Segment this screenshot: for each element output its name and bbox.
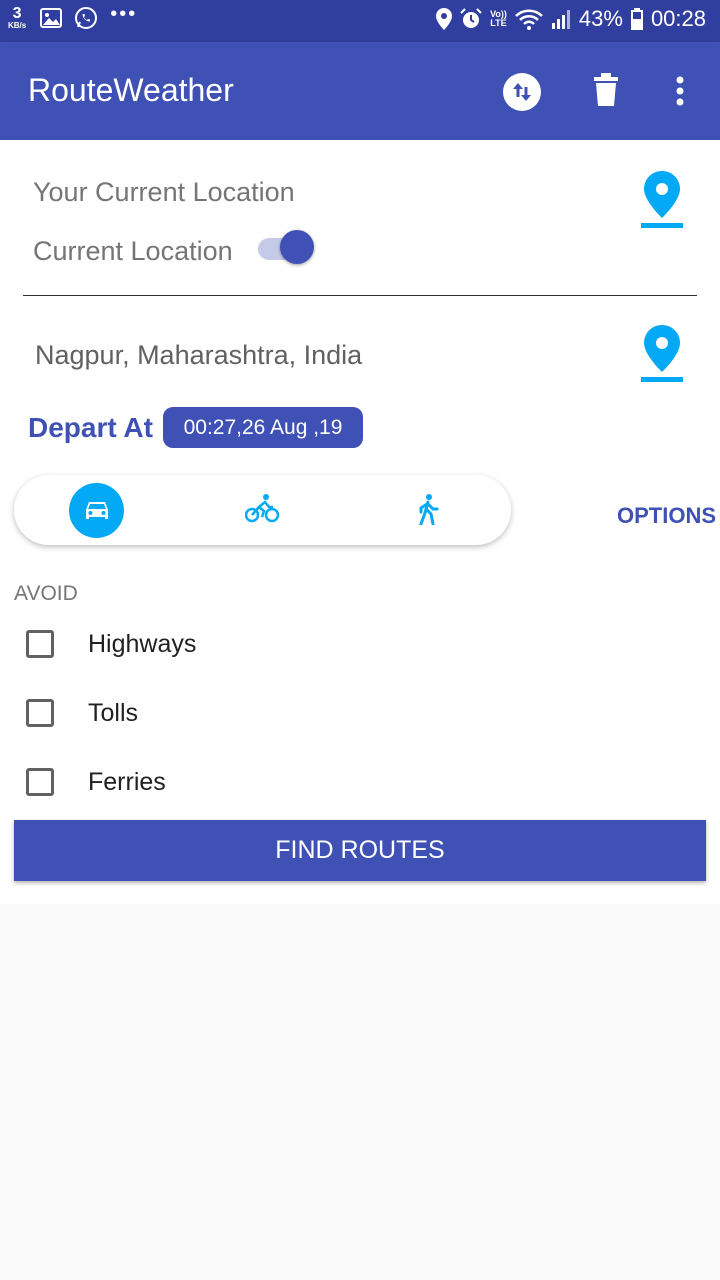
ferries-checkbox[interactable] — [26, 768, 54, 796]
network-speed: 3 KB/s — [8, 6, 26, 30]
network-speed-value: 3 — [12, 5, 22, 22]
destination-pin-icon[interactable] — [640, 324, 684, 384]
destination-field[interactable]: Nagpur, Maharashtra, India — [35, 340, 362, 371]
depart-label: Depart At : — [28, 412, 171, 443]
current-location-toggle[interactable] — [258, 230, 316, 264]
ferries-label: Ferries — [88, 767, 166, 796]
alarm-icon — [460, 8, 482, 28]
volte-indicator: Vo)) LTE — [490, 10, 507, 28]
mode-bike-button[interactable] — [245, 493, 279, 523]
avoid-label: AVOID — [14, 582, 78, 605]
swap-locations-button[interactable] — [503, 73, 541, 111]
gallery-icon — [40, 8, 63, 28]
app-bar: RouteWeather — [0, 42, 720, 140]
tolls-label: Tolls — [88, 698, 139, 727]
status-bar: 3 KB/s ••• Vo)) LTE 43% 00:28 — [0, 0, 720, 42]
battery-percent: 43% — [578, 6, 623, 31]
network-speed-unit: KB/s — [8, 21, 27, 30]
divider — [23, 295, 697, 296]
wifi-icon — [515, 9, 543, 30]
app-title: RouteWeather — [28, 72, 234, 108]
more-notifications: ••• — [110, 2, 138, 25]
car-icon — [85, 501, 108, 519]
origin-pin-icon[interactable] — [640, 170, 684, 230]
battery-icon — [630, 8, 643, 30]
highways-label: Highways — [88, 629, 197, 658]
origin-field[interactable]: Your Current Location — [33, 177, 295, 208]
options-button[interactable]: OPTIONS — [617, 503, 716, 529]
toggle-thumb — [280, 230, 314, 264]
highways-checkbox[interactable] — [26, 630, 54, 658]
avoid-highways-row[interactable]: Highways — [26, 627, 196, 661]
signal-icon — [551, 10, 570, 29]
route-form: Your Current Location Current Location N… — [0, 140, 720, 904]
travel-mode-selector — [14, 475, 511, 545]
more-vert-icon[interactable] — [672, 76, 688, 108]
depart-time-button[interactable]: 00:27,26 Aug ,19 — [163, 407, 363, 448]
avoid-tolls-row[interactable]: Tolls — [26, 696, 138, 730]
location-icon — [436, 8, 453, 30]
whatsapp-icon — [75, 7, 98, 29]
tolls-checkbox[interactable] — [26, 699, 54, 727]
mode-walk-button[interactable] — [416, 493, 440, 525]
avoid-ferries-row[interactable]: Ferries — [26, 765, 166, 799]
mode-car-button[interactable] — [69, 483, 124, 538]
status-time: 00:28 — [650, 6, 706, 31]
volte-bottom: LTE — [490, 18, 507, 28]
find-routes-button[interactable]: FIND ROUTES — [14, 820, 706, 881]
swap-vertical-icon — [513, 83, 531, 101]
delete-icon[interactable] — [592, 72, 620, 108]
current-location-label: Current Location — [33, 236, 233, 266]
